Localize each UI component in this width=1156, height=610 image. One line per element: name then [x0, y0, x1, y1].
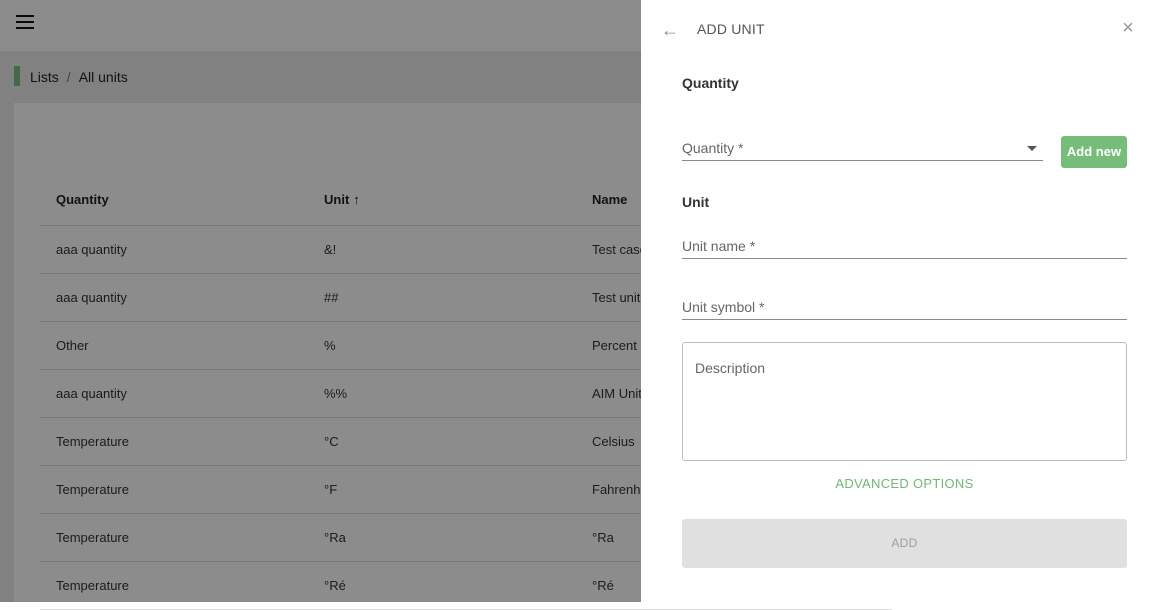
unit-symbol-label: Unit symbol *: [682, 299, 765, 315]
back-arrow-icon[interactable]: ←: [661, 21, 679, 39]
drawer-title: ADD UNIT: [697, 21, 765, 37]
quantity-section-title: Quantity: [682, 75, 739, 91]
description-textarea[interactable]: Description: [682, 342, 1127, 461]
add-unit-drawer: ← ADD UNIT × Quantity Quantity * Add new…: [641, 0, 1156, 602]
add-button[interactable]: ADD: [682, 519, 1127, 568]
description-label: Description: [695, 360, 766, 376]
unit-name-input[interactable]: Unit name *: [682, 228, 1127, 259]
chevron-down-icon: [1027, 146, 1037, 151]
unit-name-label: Unit name *: [682, 238, 756, 254]
close-icon[interactable]: ×: [1120, 18, 1136, 38]
unit-symbol-input[interactable]: Unit symbol *: [682, 289, 1127, 320]
unit-section-title: Unit: [682, 194, 710, 210]
advanced-options-link[interactable]: ADVANCED OPTIONS: [682, 476, 1127, 491]
quantity-select[interactable]: Quantity *: [682, 130, 1043, 161]
add-new-quantity-button[interactable]: Add new: [1061, 136, 1127, 168]
quantity-select-label: Quantity *: [682, 140, 744, 156]
